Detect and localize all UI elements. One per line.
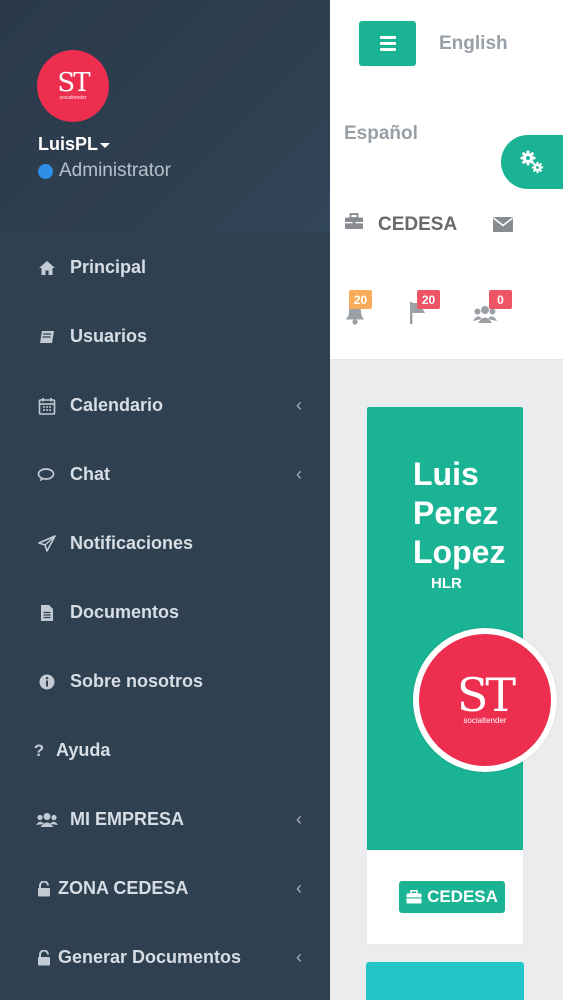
profile-full-name: Luis Perez Lopez (413, 455, 505, 572)
sidebar-item-generar-documentos[interactable]: Generar Documentos ‹ (0, 923, 330, 992)
chat-icon (36, 467, 58, 483)
sidebar-item-label: Sobre nosotros (70, 671, 204, 691)
chevron-left-icon: ‹ (296, 464, 302, 484)
company-link[interactable]: CEDESA (344, 213, 457, 236)
top-navbar: English Español CEDESA 20 20 0 (330, 0, 563, 360)
question-icon: ? (33, 740, 45, 760)
brand-logo-sub: socialtender (463, 716, 507, 725)
sidebar-item-usuarios[interactable]: Usuarios (0, 302, 330, 371)
lang-spanish-link[interactable]: Español (344, 123, 418, 145)
sidebar-item-label: Documentos (70, 602, 180, 622)
chevron-left-icon: ‹ (296, 809, 302, 829)
company-name: CEDESA (378, 213, 458, 235)
sidebar-item-label: Principal (70, 257, 147, 277)
paper-plane-icon (36, 534, 58, 553)
avatar[interactable]: ST socialtender (37, 50, 109, 122)
username: LuisPL (38, 134, 99, 154)
briefcase-icon (344, 213, 364, 236)
info-icon (36, 674, 58, 690)
profile-name-line: Lopez (413, 534, 506, 570)
chevron-left-icon: ‹ (296, 878, 302, 898)
gears-icon (520, 150, 544, 174)
notification-users[interactable]: 0 (473, 290, 512, 326)
home-icon (36, 260, 58, 276)
brand-logo: ST socialtender (419, 634, 551, 766)
lang-english-link[interactable]: English (439, 33, 508, 55)
company-button-label: CEDESA (427, 887, 498, 906)
sidebar-item-calendario[interactable]: Calendario ‹ (0, 371, 330, 440)
user-menu-toggle[interactable]: LuisPL (38, 134, 111, 155)
users-icon (36, 812, 58, 828)
menu-toggle-button[interactable] (359, 21, 416, 66)
sidebar-item-documentos[interactable]: Documentos (0, 578, 330, 647)
document-icon (36, 604, 58, 622)
profile-subtitle: HLR (431, 575, 462, 592)
second-card-header (366, 962, 524, 1000)
notification-flags[interactable]: 20 (408, 290, 444, 326)
envelope-icon[interactable] (492, 216, 514, 238)
notification-count-badge: 0 (489, 290, 512, 309)
chevron-left-icon: ‹ (296, 395, 302, 415)
unlock-icon (36, 880, 52, 897)
profile-card-avatar: ST socialtender (413, 628, 557, 772)
settings-toggle-button[interactable] (501, 135, 563, 189)
avatar-logo-sub: socialtender (59, 95, 87, 101)
sidebar-item-mi-empresa[interactable]: MI EMPRESA ‹ (0, 785, 330, 854)
company-button[interactable]: CEDESA (399, 881, 505, 913)
sidebar-item-ayuda[interactable]: ? Ayuda (0, 716, 330, 785)
notification-count-badge: 20 (417, 290, 440, 309)
book-icon (36, 329, 58, 345)
sidebar-item-sobre-nosotros[interactable]: Sobre nosotros (0, 647, 330, 716)
briefcase-icon (406, 890, 422, 904)
calendar-icon (36, 397, 58, 415)
profile-name-line: Luis (413, 456, 479, 492)
sidebar-item-label: MI EMPRESA (70, 809, 185, 829)
chevron-left-icon: ‹ (296, 947, 302, 967)
sidebar-item-label: Calendario (70, 395, 164, 415)
notification-alerts[interactable]: 20 (344, 290, 380, 326)
sidebar-item-label: Usuarios (70, 326, 148, 346)
profile-header: ST socialtender LuisPL Administrator (0, 0, 330, 232)
profile-name-line: Perez (413, 495, 499, 531)
sidebar-item-label: Ayuda (56, 740, 111, 760)
unlock-icon (36, 949, 52, 966)
sidebar-item-label: Generar Documentos (58, 947, 242, 967)
caret-down-icon (100, 142, 111, 148)
hamburger-line (379, 48, 396, 51)
brand-logo-text: ST (456, 668, 516, 722)
hamburger-line (379, 36, 396, 39)
user-role: Administrator (38, 160, 171, 182)
avatar-logo: ST (57, 68, 90, 98)
hamburger-line (379, 42, 396, 45)
notification-count-badge: 20 (349, 290, 372, 309)
sidebar: ST socialtender LuisPL Administrator Pri… (0, 0, 330, 1000)
status-dot-icon (38, 163, 53, 179)
sidebar-item-label: Chat (70, 464, 110, 484)
sidebar-item-label: Notificaciones (70, 533, 194, 553)
sidebar-item-chat[interactable]: Chat ‹ (0, 440, 330, 509)
sidebar-item-notificaciones[interactable]: Notificaciones (0, 509, 330, 578)
sidebar-item-principal[interactable]: Principal (0, 233, 330, 302)
sidebar-item-label: ZONA CEDESA (58, 878, 189, 898)
role-label: Administrator (59, 160, 171, 181)
sidebar-item-zona-cedesa[interactable]: ZONA CEDESA ‹ (0, 854, 330, 923)
